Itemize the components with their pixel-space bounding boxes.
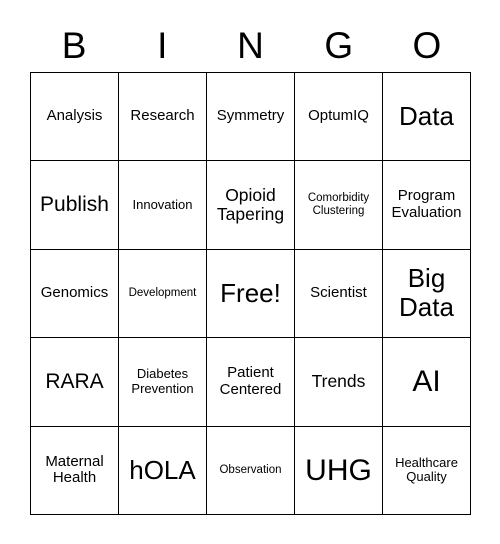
bingo-cell[interactable]: RARA bbox=[31, 338, 119, 427]
bingo-cell[interactable]: Genomics bbox=[31, 249, 119, 339]
bingo-cell-label: Healthcare Quality bbox=[395, 454, 458, 485]
bingo-cell-label: hOLA bbox=[129, 454, 196, 485]
bingo-header-letter-i: I bbox=[157, 24, 168, 66]
bingo-cell-label: Research bbox=[130, 107, 195, 125]
bingo-cell[interactable]: Observation bbox=[207, 426, 295, 515]
bingo-cell-label: Big Data bbox=[399, 263, 454, 323]
bingo-header-letter-g: G bbox=[324, 24, 354, 66]
bingo-cell-label: Diabetes Prevention bbox=[131, 366, 194, 396]
bingo-header-letter-n: N bbox=[237, 24, 264, 66]
bingo-cell[interactable]: Publish bbox=[31, 161, 119, 250]
bingo-cell[interactable]: Program Evaluation bbox=[383, 161, 471, 250]
bingo-cell[interactable]: Healthcare Quality bbox=[383, 426, 471, 515]
bingo-cell-label: Trends bbox=[311, 371, 366, 392]
bingo-grid: Analysis Research Symmetry OptumIQ Data Publi… bbox=[30, 72, 471, 515]
bingo-cell[interactable]: Data bbox=[383, 73, 471, 162]
bingo-free-space[interactable]: Free! bbox=[207, 249, 295, 339]
bingo-cell[interactable]: Diabetes Prevention bbox=[119, 338, 207, 427]
bingo-cell-label: Data bbox=[399, 101, 454, 132]
bingo-cell[interactable]: Symmetry bbox=[207, 73, 295, 162]
bingo-cell[interactable]: UHG bbox=[295, 426, 383, 515]
bingo-cell-label: Scientist bbox=[310, 284, 367, 302]
bingo-cell-label: Analysis bbox=[46, 107, 103, 125]
bingo-header-letter-b: B bbox=[61, 24, 87, 66]
bingo-cell[interactable]: hOLA bbox=[119, 426, 207, 515]
bingo-cell[interactable]: Patient Centered bbox=[207, 338, 295, 427]
bingo-cell[interactable]: Big Data bbox=[383, 249, 471, 339]
bingo-cell-label: Development bbox=[128, 287, 197, 300]
bingo-header-letter-o: O bbox=[412, 24, 442, 66]
bingo-cell[interactable]: Development bbox=[119, 249, 207, 339]
bingo-cell[interactable]: Scientist bbox=[295, 249, 383, 339]
bingo-cell[interactable]: Innovation bbox=[119, 161, 207, 250]
bingo-cell[interactable]: AI bbox=[383, 338, 471, 427]
bingo-cell-label: Publish bbox=[40, 193, 109, 217]
bingo-cell[interactable]: Opioid Tapering bbox=[207, 161, 295, 250]
bingo-cell[interactable]: Trends bbox=[295, 338, 383, 427]
bingo-cell-label: Free! bbox=[220, 277, 281, 308]
bingo-cell-label: Comorbidity Clustering bbox=[307, 192, 370, 218]
bingo-cell[interactable]: OptumIQ bbox=[295, 73, 383, 162]
bingo-card: B I N G O Analysis Research Symmetry OptumIQ Dat… bbox=[0, 0, 500, 544]
bingo-cell[interactable]: Analysis bbox=[31, 73, 119, 162]
bingo-header: BINGO bbox=[30, 18, 471, 72]
bingo-cell-label: AI bbox=[412, 365, 441, 399]
bingo-cell[interactable]: Research bbox=[119, 73, 207, 162]
bingo-cell-label: Opioid Tapering bbox=[216, 184, 285, 225]
bingo-cell-label: UHG bbox=[305, 453, 372, 487]
bingo-cell-label: Innovation bbox=[132, 196, 193, 212]
bingo-cell-label: Symmetry bbox=[216, 107, 285, 125]
bingo-cell-label: RARA bbox=[45, 370, 104, 394]
bingo-cell-label: Genomics bbox=[40, 284, 109, 302]
bingo-cell-label: OptumIQ bbox=[308, 107, 369, 125]
bingo-cell[interactable]: Maternal Health bbox=[31, 426, 119, 515]
bingo-cell-label: Program Evaluation bbox=[391, 187, 462, 222]
bingo-cell-label: Maternal Health bbox=[45, 452, 104, 487]
bingo-cell-label: Observation bbox=[219, 463, 282, 476]
bingo-cell[interactable]: Comorbidity Clustering bbox=[295, 161, 383, 250]
bingo-cell-label: Patient Centered bbox=[219, 364, 282, 398]
